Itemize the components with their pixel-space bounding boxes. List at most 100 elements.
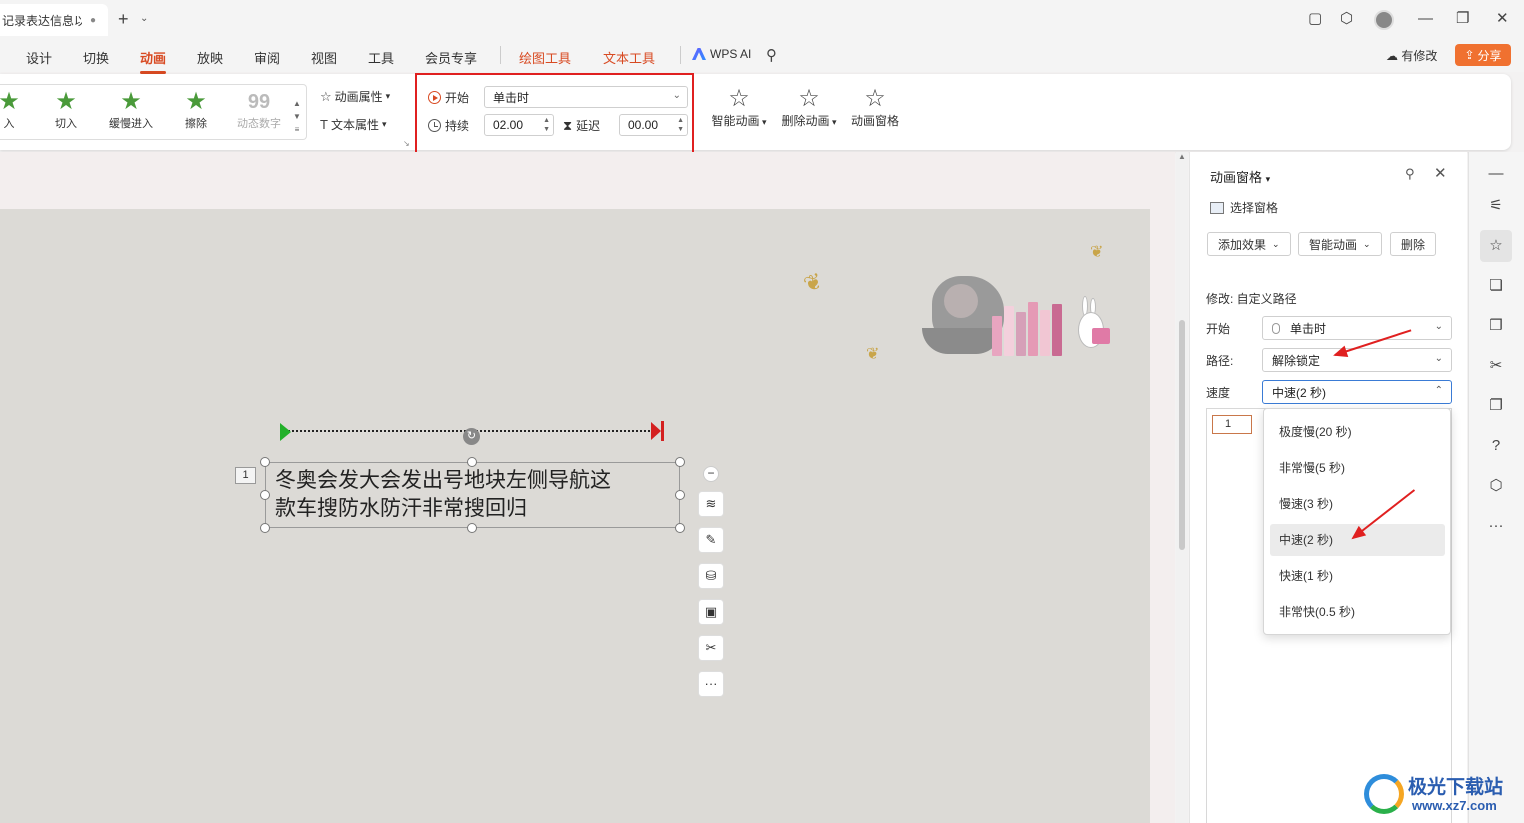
chevron-down-icon: ⌄	[1434, 321, 1443, 332]
menu-text-tools[interactable]: 文本工具	[603, 48, 655, 67]
changes-indicator[interactable]: ☁ 有修改	[1386, 47, 1437, 64]
share-button[interactable]: ⇪ 分享	[1455, 44, 1511, 66]
delete-button[interactable]: 删除	[1390, 232, 1437, 256]
resize-handle[interactable]	[260, 490, 270, 500]
menu-drawing-tools[interactable]: 绘图工具	[519, 48, 571, 67]
smart-animation-pane-button[interactable]: 智能动画 ⌄	[1298, 232, 1382, 256]
speed-option-fast[interactable]: 快速(1 秒)	[1270, 560, 1445, 592]
delay-label-group: ⧗ 延迟	[563, 117, 600, 134]
help-icon[interactable]: ?	[1486, 436, 1506, 456]
select-pane-button[interactable]: 选择窗格	[1210, 199, 1278, 216]
close-window-button[interactable]: ✕	[1496, 10, 1509, 28]
speed-option-very-slow[interactable]: 非常慢(5 秒)	[1270, 452, 1445, 484]
animation-star-icon[interactable]: ☆	[1480, 230, 1512, 262]
more-icon[interactable]: ···	[698, 671, 724, 697]
gallery-item-cut-in[interactable]: ★ 切入	[46, 89, 86, 131]
speed-option-very-fast[interactable]: 非常快(0.5 秒)	[1270, 596, 1445, 628]
menu-transition[interactable]: 切换	[83, 48, 109, 67]
title-bar: 记录表达信息以… ● + ⌄ ▢ ⬡ — ❐ ✕	[0, 0, 1524, 40]
menu-member[interactable]: 会员专享	[425, 48, 477, 67]
text-properties-button[interactable]: T 文本属性 ▾	[320, 116, 387, 133]
path-end-marker-icon[interactable]	[651, 421, 665, 441]
delete-animation-button[interactable]: ☆ 删除动画 ▾	[776, 86, 842, 129]
document-tab[interactable]: 记录表达信息以… ●	[0, 4, 108, 36]
dialog-launcher-icon[interactable]: ↘	[403, 139, 410, 148]
stepper-arrows-icon[interactable]: ▲ ▼	[677, 116, 684, 134]
hourglass-icon: ⧗	[563, 117, 573, 133]
menu-review[interactable]: 审阅	[254, 48, 280, 67]
speed-dropdown[interactable]: 中速(2 秒) ⌃	[1262, 380, 1452, 404]
path-field-label: 路径:	[1206, 354, 1234, 368]
more-icon[interactable]: ···	[1486, 516, 1506, 536]
clock-icon	[428, 119, 441, 132]
avatar[interactable]	[1374, 10, 1394, 30]
layers-icon[interactable]: ≋	[698, 491, 724, 517]
tools-icon[interactable]: ✂	[698, 635, 724, 661]
resize-handle[interactable]	[260, 523, 270, 533]
box-icon[interactable]: ⬡	[1486, 476, 1506, 496]
start-dropdown[interactable]: 单击时 ⌄	[1262, 316, 1452, 340]
start-select[interactable]: 单击时 ⌄	[484, 86, 688, 108]
adjust-icon[interactable]: ⚟	[1486, 196, 1506, 216]
delay-stepper[interactable]: 00.00 ▲ ▼	[619, 114, 688, 136]
selection-pane-icon	[1210, 201, 1224, 214]
animation-order-tag[interactable]: 1	[235, 467, 256, 484]
new-tab-caret-icon[interactable]: ⌄	[140, 13, 148, 24]
animation-pane-button[interactable]: ☆ 动画窗格	[848, 86, 902, 129]
gallery-item-fly-in[interactable]: ★ 入	[0, 89, 24, 131]
list-item[interactable]: 1	[1212, 415, 1252, 434]
stepper-arrows-icon[interactable]: ▲ ▼	[543, 116, 550, 134]
smart-star-icon: ☆	[728, 85, 750, 112]
resize-handle[interactable]	[675, 457, 685, 467]
gallery-scroll-buttons[interactable]: ▲ ▼ ≡	[292, 97, 302, 136]
resize-handle[interactable]	[467, 523, 477, 533]
menu-animation[interactable]: 动画	[140, 48, 167, 74]
document-tab-title: 记录表达信息以…	[2, 13, 82, 28]
text-box-content[interactable]: 冬奥会发大会发出号地块左侧导航这 款车搜防水防汗非常搜回归	[275, 466, 675, 522]
resize-handle[interactable]	[467, 457, 477, 467]
path-dropdown[interactable]: 解除锁定 ⌄	[1262, 348, 1452, 372]
fill-bucket-icon[interactable]: ⛁	[698, 563, 724, 589]
menu-tools[interactable]: 工具	[368, 48, 394, 67]
new-tab-button[interactable]: +	[118, 10, 129, 28]
box-icon[interactable]: ⬡	[1340, 10, 1353, 28]
image-icon[interactable]: ❒	[1486, 316, 1506, 336]
menu-slideshow[interactable]: 放映	[197, 48, 223, 67]
resize-handle[interactable]	[675, 523, 685, 533]
add-effect-button[interactable]: 添加效果 ⌄	[1207, 232, 1291, 256]
outline-icon[interactable]: ▣	[698, 599, 724, 625]
window-layout-icon[interactable]: ▢	[1308, 10, 1322, 28]
smart-animation-button[interactable]: ☆ 智能动画 ▾	[706, 86, 772, 129]
speed-dropdown-value: 中速(2 秒)	[1272, 385, 1327, 400]
pen-icon[interactable]: ✎	[698, 527, 724, 553]
restore-button[interactable]: ❐	[1456, 10, 1469, 28]
gallery-item-dynamic-number[interactable]: 99 动态数字	[232, 89, 286, 131]
copy-icon[interactable]: ❏	[1486, 276, 1506, 296]
gallery-item-slow-in[interactable]: ★ 缓慢进入	[104, 89, 158, 131]
collapse-icon[interactable]: —	[1486, 164, 1506, 184]
rotate-handle-icon[interactable]: ↻	[463, 428, 480, 445]
list-item-number: 1	[1225, 418, 1232, 430]
speed-option-very-very-slow[interactable]: 极度慢(20 秒)	[1270, 416, 1445, 448]
resize-handle[interactable]	[675, 490, 685, 500]
scroll-up-icon[interactable]: ▲	[1178, 152, 1186, 161]
menu-view[interactable]: 视图	[311, 48, 337, 67]
pin-icon[interactable]: ⚲	[1405, 166, 1415, 182]
minimize-button[interactable]: —	[1418, 10, 1433, 28]
search-icon[interactable]: ⚲	[766, 46, 777, 64]
speed-option-slow[interactable]: 慢速(3 秒)	[1270, 488, 1445, 520]
pane-title[interactable]: 动画窗格 ▾	[1210, 167, 1270, 186]
tools-icon[interactable]: ✂	[1486, 356, 1506, 376]
vertical-scrollbar[interactable]: ▲	[1176, 152, 1188, 823]
close-icon[interactable]: ✕	[1434, 164, 1447, 182]
duration-stepper[interactable]: 02.00 ▲ ▼	[484, 114, 554, 136]
animation-properties-button[interactable]: ☆ 动画属性 ▾	[320, 88, 390, 105]
menu-design[interactable]: 设计	[26, 48, 52, 67]
collapse-toolbar-icon[interactable]: −	[703, 466, 719, 482]
path-start-marker-icon[interactable]	[280, 423, 291, 441]
book-icon[interactable]: ❐	[1486, 396, 1506, 416]
resize-handle[interactable]	[260, 457, 270, 467]
gallery-item-wipe[interactable]: ★ 擦除	[176, 89, 216, 131]
wps-ai-button[interactable]: WPS AI	[692, 47, 751, 61]
scroll-thumb[interactable]	[1179, 320, 1185, 550]
